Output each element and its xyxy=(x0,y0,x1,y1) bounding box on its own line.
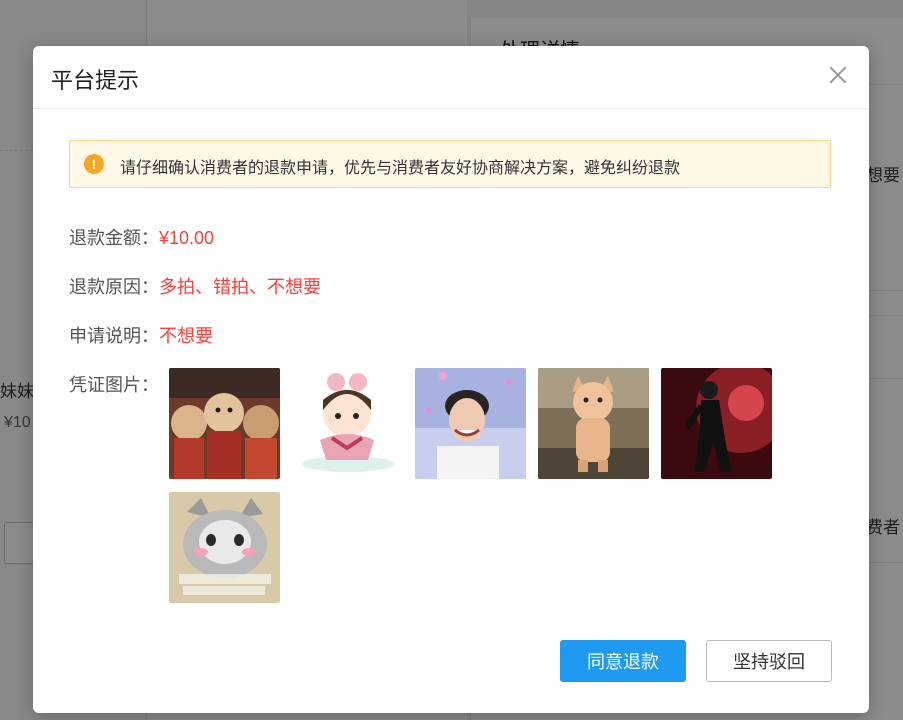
dialog-header: 平台提示 xyxy=(33,46,869,109)
close-icon[interactable] xyxy=(825,62,851,88)
agree-refund-button[interactable]: 同意退款 xyxy=(560,640,686,682)
refund-amount-label: 退款金额： xyxy=(69,228,159,248)
evidence-label: 凭证图片： xyxy=(69,375,159,395)
evidence-image-cat-costume[interactable] xyxy=(538,368,649,479)
refund-reason-value: 多拍、错拍、不想要 xyxy=(159,277,321,297)
refund-amount-row: 退款金额：¥10.00 xyxy=(69,224,214,250)
evidence-image-smiling-man[interactable] xyxy=(415,368,526,479)
warning-icon: ! xyxy=(84,154,104,174)
application-note-label: 申请说明： xyxy=(69,326,159,346)
application-note-value: 不想要 xyxy=(159,326,213,346)
evidence-image-grey-cat-meme[interactable] xyxy=(169,492,280,603)
application-note-row: 申请说明：不想要 xyxy=(69,322,213,348)
evidence-row: 凭证图片： xyxy=(69,371,159,397)
warning-alert: ! 请仔细确认消费者的退款申请，优先与消费者友好协商解决方案，避免纠纷退款 xyxy=(69,140,831,188)
evidence-image-teddy-bears[interactable] xyxy=(169,368,280,479)
alert-message: 请仔细确认消费者的退款申请，优先与消费者友好协商解决方案，避免纠纷退款 xyxy=(120,160,681,177)
refund-amount-value: ¥10.00 xyxy=(159,228,215,248)
evidence-image-dark-figure[interactable] xyxy=(661,368,772,479)
platform-tip-dialog: 平台提示 ! 请仔细确认消费者的退款申请，优先与消费者友好协商解决方案，避免纠纷… xyxy=(33,46,869,713)
evidence-image-cartoon-boy[interactable] xyxy=(292,368,403,479)
dialog-title: 平台提示 xyxy=(51,68,140,93)
refund-reason-row: 退款原因：多拍、错拍、不想要 xyxy=(69,273,321,299)
insist-reject-button[interactable]: 坚持驳回 xyxy=(706,640,832,682)
refund-reason-label: 退款原因： xyxy=(69,277,159,297)
